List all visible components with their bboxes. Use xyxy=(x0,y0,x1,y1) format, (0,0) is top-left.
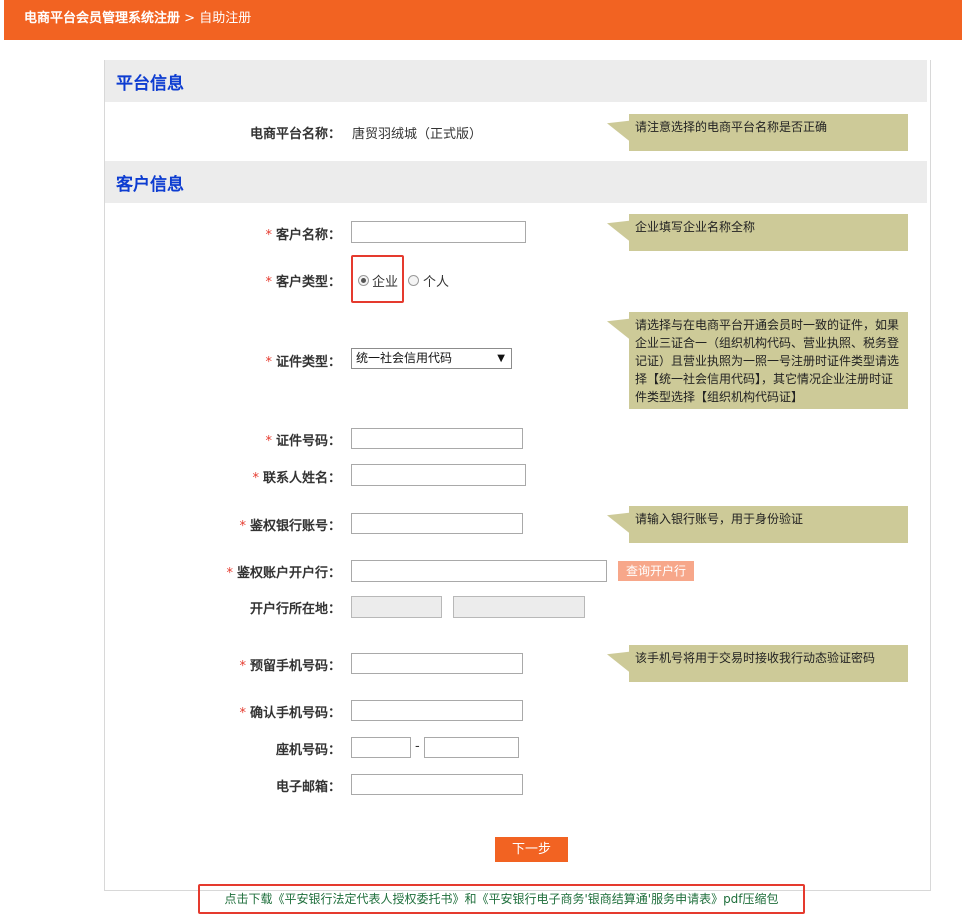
platform-name-tip: 请注意选择的电商平台名称是否正确 xyxy=(629,114,908,151)
confirm-mobile-input[interactable] xyxy=(351,700,523,721)
landline-label: 座机号码： xyxy=(275,743,341,758)
platform-name-value: 唐贸羽绒城（正式版） xyxy=(352,127,483,142)
query-bank-branch-button[interactable]: 查询开户行 xyxy=(618,561,694,581)
landline-area-code-input[interactable] xyxy=(351,737,411,758)
email-input[interactable] xyxy=(351,774,523,795)
customer-name-label: * 客户名称： xyxy=(265,228,341,243)
auth-bank-branch-label: * 鉴权账户开户行： xyxy=(226,566,341,581)
download-forms-link[interactable]: 点击下载《平安银行法定代表人授权委托书》和《平安银行电子商务'银商结算通'服务申… xyxy=(198,884,805,914)
bank-city-field[interactable] xyxy=(453,596,585,618)
breadcrumb-separator: > xyxy=(184,11,196,26)
customer-section-title: 客户信息 xyxy=(116,175,184,195)
id-type-select[interactable]: 统一社会信用代码 ▼ xyxy=(351,348,512,369)
contact-name-label: * 联系人姓名： xyxy=(252,471,341,486)
platform-section-title: 平台信息 xyxy=(116,74,184,94)
bank-province-field[interactable] xyxy=(351,596,442,618)
radio-enterprise-label[interactable]: 企业 xyxy=(372,271,398,290)
customer-type-label: * 客户类型： xyxy=(265,275,341,290)
platform-section-header: 平台信息 xyxy=(105,60,927,102)
auth-bank-account-label: * 鉴权银行账号： xyxy=(239,519,341,534)
id-number-label: * 证件号码： xyxy=(265,434,341,449)
radio-enterprise[interactable] xyxy=(358,275,369,286)
reserved-mobile-input[interactable] xyxy=(351,653,523,674)
top-header-bar: 电商平台会员管理系统注册 > 自助注册 xyxy=(4,0,962,40)
next-step-button[interactable]: 下一步 xyxy=(495,837,568,862)
id-type-tip: 请选择与在电商平台开通会员时一致的证件，如果企业三证合一（组织机构代码、营业执照… xyxy=(629,312,908,409)
auth-bank-account-input[interactable] xyxy=(351,513,523,534)
email-label: 电子邮箱： xyxy=(275,780,341,795)
auth-bank-branch-input[interactable] xyxy=(351,560,607,582)
customer-name-input[interactable] xyxy=(351,221,526,243)
dropdown-arrow-icon: ▼ xyxy=(497,353,505,364)
id-type-label: * 证件类型： xyxy=(265,355,341,370)
customer-section-header: 客户信息 xyxy=(105,161,927,203)
id-number-input[interactable] xyxy=(351,428,523,449)
bank-location-label: 开户行所在地： xyxy=(249,602,341,617)
platform-name-label: 电商平台名称： xyxy=(249,127,341,142)
radio-individual[interactable] xyxy=(408,275,419,286)
confirm-mobile-label: * 确认手机号码： xyxy=(239,706,341,721)
breadcrumb-current: 自助注册 xyxy=(199,11,252,26)
customer-name-tip: 企业填写企业名称全称 xyxy=(629,214,908,251)
id-type-selected-value: 统一社会信用代码 xyxy=(356,351,453,365)
reserved-mobile-tip: 该手机号将用于交易时接收我行动态验证密码 xyxy=(629,645,908,682)
radio-individual-label[interactable]: 个人 xyxy=(423,271,449,290)
landline-separator: - xyxy=(415,739,420,754)
reserved-mobile-label: * 预留手机号码： xyxy=(239,659,341,674)
landline-number-input[interactable] xyxy=(424,737,519,758)
system-title: 电商平台会员管理系统注册 xyxy=(24,11,181,26)
auth-bank-account-tip: 请输入银行账号，用于身份验证 xyxy=(629,506,908,543)
contact-name-input[interactable] xyxy=(351,464,526,486)
